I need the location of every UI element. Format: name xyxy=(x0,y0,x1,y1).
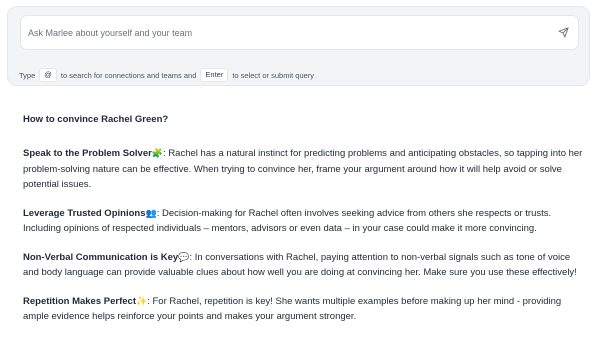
query-box xyxy=(20,15,579,50)
hint-enter-text: to select or submit query xyxy=(232,70,315,80)
answer-title: How to convince Rachel Green? xyxy=(23,114,169,125)
tip-item: Speak to the Problem Solver🧩: Rachel has… xyxy=(23,146,585,193)
query-panel: Type @ to search for connections and tea… xyxy=(7,6,590,86)
people-icon: 👥 xyxy=(145,207,157,218)
at-key-badge: @ xyxy=(39,68,57,82)
hint-type-label: Type xyxy=(19,70,36,80)
speech-bubble-icon: 💬 xyxy=(178,251,190,262)
tip-title: Leverage Trusted Opinions xyxy=(23,207,146,219)
query-hint: Type @ to search for connections and tea… xyxy=(19,68,314,82)
enter-key-badge: Enter xyxy=(200,68,229,82)
tip-title: Speak to the Problem Solver xyxy=(23,148,152,159)
tip-item: Non-Verbal Communication is Key💬: In con… xyxy=(23,250,585,281)
answer-content: How to convince Rachel Green? Speak to t… xyxy=(23,113,585,338)
tip-title: Non-Verbal Communication is Key xyxy=(23,251,179,263)
tip-item: Leverage Trusted Opinions👥: Decision-mak… xyxy=(23,206,585,237)
query-input[interactable] xyxy=(21,16,541,49)
tip-item: Repetition Makes Perfect✨: For Rachel, r… xyxy=(23,294,585,325)
sparkles-icon: ✨ xyxy=(135,295,148,306)
puzzle-icon: 🧩 xyxy=(151,148,164,158)
send-icon[interactable] xyxy=(557,26,570,39)
hint-at-text: to search for connections and teams and xyxy=(60,70,197,80)
tip-title: Repetition Makes Perfect xyxy=(23,295,136,307)
